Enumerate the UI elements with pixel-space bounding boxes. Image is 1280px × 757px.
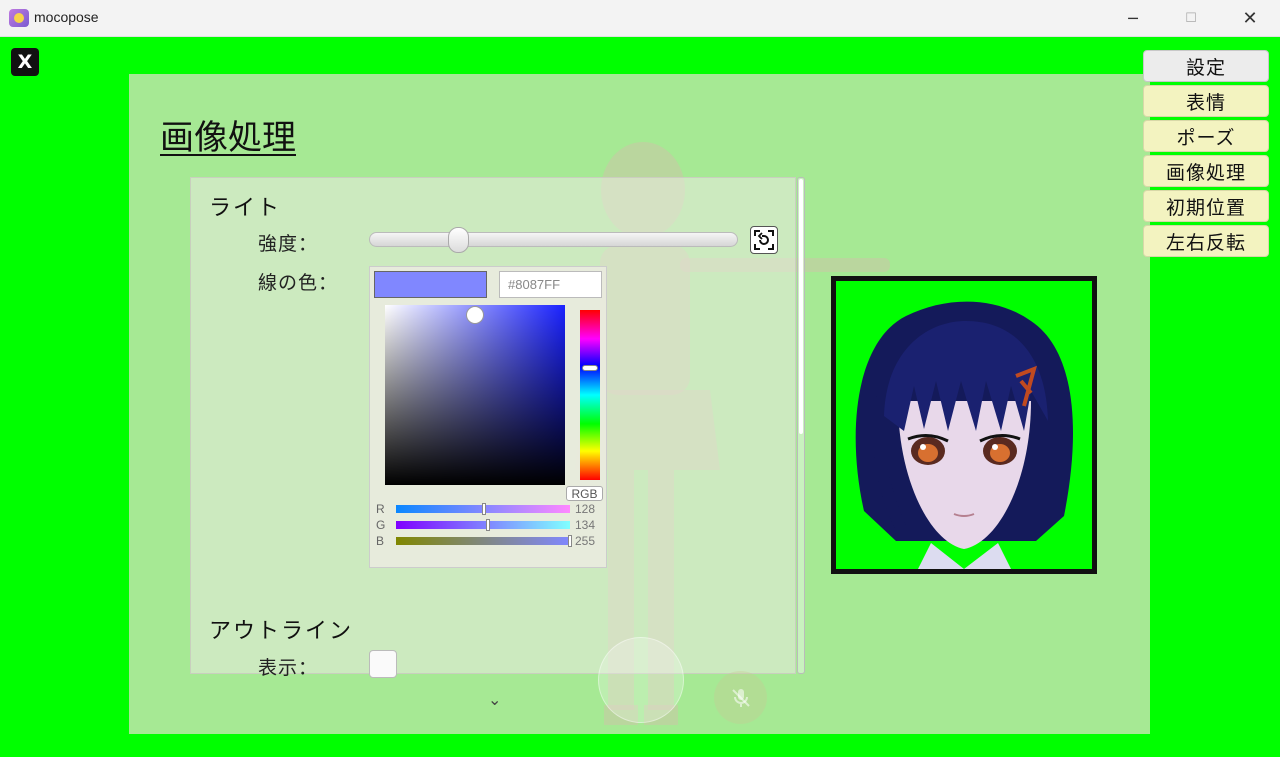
channel-g-label: G bbox=[376, 518, 386, 532]
outline-section-heading: アウトライン bbox=[209, 619, 354, 644]
hue-slider[interactable] bbox=[580, 310, 600, 480]
channel-r-value: 128 bbox=[575, 502, 596, 516]
mic-off-icon[interactable] bbox=[714, 671, 767, 724]
chevron-down-icon[interactable]: ⌄ bbox=[488, 690, 501, 709]
record-button[interactable] bbox=[598, 637, 684, 723]
channel-b-value: 255 bbox=[575, 534, 596, 548]
intensity-slider-thumb[interactable] bbox=[448, 227, 469, 253]
close-panel-button[interactable]: X bbox=[11, 48, 39, 76]
channel-r-knob[interactable] bbox=[482, 503, 486, 515]
channel-b-slider[interactable] bbox=[396, 537, 570, 545]
intensity-slider[interactable] bbox=[369, 232, 738, 247]
color-swatch bbox=[374, 271, 487, 298]
line-color-label: 線の色： bbox=[258, 272, 339, 294]
hue-slider-knob[interactable] bbox=[582, 365, 598, 371]
minimize-button[interactable]: ─ bbox=[1104, 0, 1162, 37]
menu-flip-button[interactable]: 左右反転 bbox=[1143, 225, 1269, 257]
channel-b-label: B bbox=[376, 534, 385, 548]
channel-g-value: 134 bbox=[575, 518, 596, 532]
scrollbar[interactable] bbox=[797, 177, 805, 674]
outline-show-label: 表示： bbox=[258, 657, 319, 679]
menu-pose-button[interactable]: ポーズ bbox=[1143, 120, 1269, 152]
saturation-value-knob[interactable] bbox=[466, 306, 484, 324]
hex-color-input[interactable]: #8087FF bbox=[499, 271, 602, 298]
reset-intensity-button[interactable] bbox=[750, 226, 778, 254]
channel-g-knob[interactable] bbox=[486, 519, 490, 531]
character-face-image bbox=[855, 301, 1074, 569]
menu-initial-position-button[interactable]: 初期位置 bbox=[1143, 190, 1269, 222]
channel-b-knob[interactable] bbox=[568, 535, 572, 547]
window-close-button[interactable]: ✕ bbox=[1221, 0, 1279, 37]
menu-image-processing-button[interactable]: 画像処理 bbox=[1143, 155, 1269, 187]
page-title: 画像処理 bbox=[160, 118, 296, 158]
app-title: mocopose bbox=[34, 9, 99, 25]
reset-icon bbox=[754, 230, 774, 250]
app-icon bbox=[9, 9, 29, 27]
scrollbar-thumb[interactable] bbox=[799, 179, 803, 434]
intensity-label: 強度： bbox=[258, 233, 319, 255]
face-preview bbox=[831, 276, 1097, 574]
menu-settings-button[interactable]: 設定 bbox=[1143, 50, 1269, 82]
channel-g-slider[interactable] bbox=[396, 521, 570, 529]
light-section-heading: ライト bbox=[209, 196, 282, 221]
color-mode-button[interactable]: RGB bbox=[566, 486, 603, 501]
saturation-value-area[interactable] bbox=[385, 305, 565, 485]
menu-expression-button[interactable]: 表情 bbox=[1143, 85, 1269, 117]
maximize-button[interactable]: ☐ bbox=[1162, 0, 1220, 37]
title-bar: mocopose ─ ☐ ✕ bbox=[0, 0, 1280, 37]
channel-r-label: R bbox=[376, 502, 385, 516]
outline-show-checkbox[interactable] bbox=[369, 650, 397, 678]
